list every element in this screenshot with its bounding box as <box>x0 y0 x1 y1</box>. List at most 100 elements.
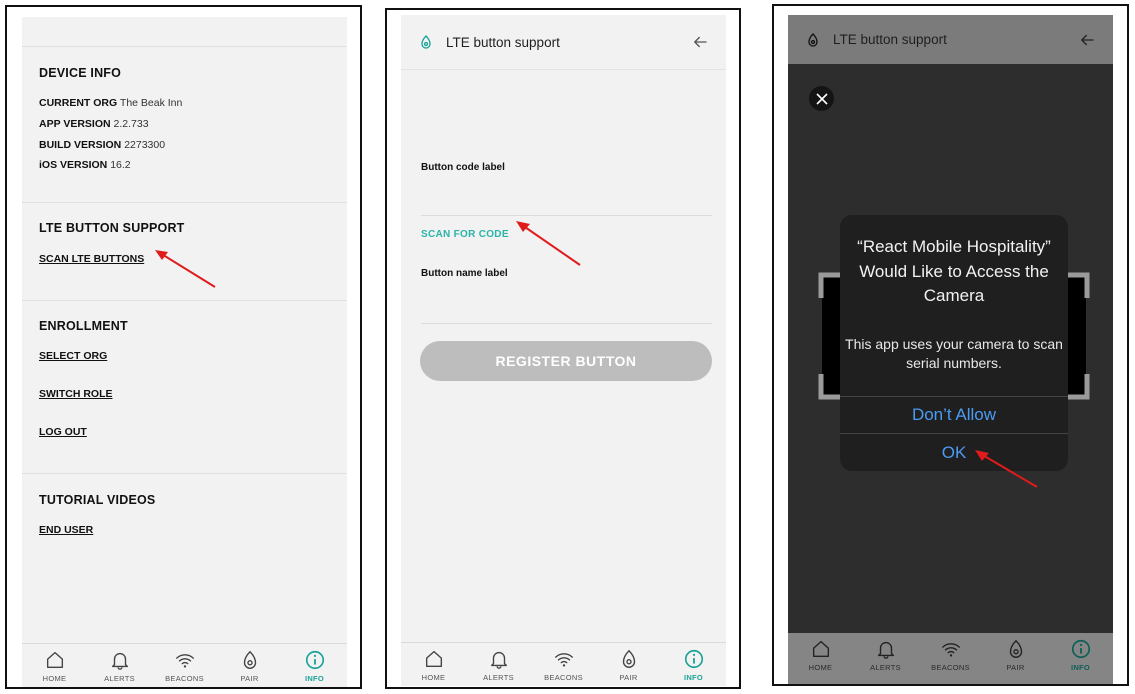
tab-label: ALERTS <box>104 674 135 683</box>
button-name-label: Button name label <box>421 268 508 279</box>
back-arrow-icon[interactable] <box>1078 31 1096 49</box>
app-version-label: APP VERSION <box>39 118 111 130</box>
home-icon <box>46 651 63 669</box>
ios-version-label: iOS VERSION <box>39 159 108 171</box>
divider <box>840 396 1068 397</box>
log-out-link[interactable]: LOG OUT <box>39 426 87 438</box>
build-version-row: BUILD VERSION 2273300 <box>39 139 165 151</box>
pair-icon <box>808 32 818 47</box>
button-code-input[interactable] <box>421 215 712 216</box>
tab-label: PAIR <box>240 674 259 683</box>
scan-for-code-link[interactable]: SCAN FOR CODE <box>421 229 509 240</box>
build-version-label: BUILD VERSION <box>39 139 122 151</box>
tab-pair[interactable]: PAIR <box>217 644 282 687</box>
tab-pair[interactable]: PAIR <box>596 643 661 686</box>
bell-icon <box>111 652 128 670</box>
tab-label: BEACONS <box>931 663 970 672</box>
tab-label: INFO <box>1070 663 1091 672</box>
ios-version-row: iOS VERSION 16.2 <box>39 159 131 171</box>
bell-icon <box>490 651 507 669</box>
tab-home[interactable]: HOME <box>22 644 87 687</box>
tab-alerts[interactable]: ALERTS <box>466 643 531 686</box>
page-title: LTE button support <box>446 34 560 50</box>
ok-button[interactable]: OK <box>840 443 1068 463</box>
header-bar: LTE button support <box>401 15 726 70</box>
tab-beacons[interactable]: BEACONS <box>918 633 983 684</box>
wifi-icon <box>554 653 573 667</box>
tab-info[interactable]: INFO <box>282 644 347 687</box>
lte-support-screen: LTE button support Button code label SCA… <box>401 15 726 686</box>
dialog-title: “React Mobile Hospitality” Would Like to… <box>857 237 1051 305</box>
home-icon <box>812 640 829 658</box>
pair-icon <box>622 649 635 668</box>
tab-label: HOME <box>421 673 446 682</box>
tab-beacons[interactable]: BEACONS <box>531 643 596 686</box>
dialog-message: This app uses your camera to scan serial… <box>845 336 1063 371</box>
close-button[interactable] <box>809 86 834 111</box>
camera-permission-panel: LTE button support “React Mobile Hospita… <box>772 4 1129 686</box>
bell-icon <box>877 641 894 659</box>
tab-beacons[interactable]: BEACONS <box>152 644 217 687</box>
info-icon <box>305 650 324 670</box>
divider <box>840 433 1068 434</box>
build-version-value: 2273300 <box>124 139 166 151</box>
tab-label: HOME <box>808 663 833 672</box>
info-icon <box>1071 639 1090 659</box>
tab-label: HOME <box>42 674 67 683</box>
end-user-link[interactable]: END USER <box>39 524 93 536</box>
register-button[interactable]: REGISTER BUTTON <box>420 341 712 381</box>
lte-support-title: LTE BUTTON SUPPORT <box>39 221 185 235</box>
close-icon <box>815 92 828 105</box>
tab-home[interactable]: HOME <box>788 633 853 684</box>
tab-label: BEACONS <box>165 674 204 683</box>
divider <box>22 202 347 203</box>
current-org-value: The Beak Inn <box>119 97 183 109</box>
app-version-value: 2.2.733 <box>113 118 149 130</box>
tab-label: INFO <box>304 674 325 683</box>
home-icon <box>425 650 442 668</box>
tab-label: PAIR <box>1006 663 1025 672</box>
lte-support-panel: LTE button support Button code label SCA… <box>385 8 741 689</box>
wifi-icon <box>941 643 960 657</box>
dont-allow-button[interactable]: Don’t Allow <box>840 405 1068 425</box>
tab-label: BEACONS <box>544 673 583 682</box>
page-title: LTE button support <box>833 32 947 47</box>
current-org-row: CURRENT ORG The Beak Inn <box>39 97 182 109</box>
select-org-link[interactable]: SELECT ORG <box>39 350 107 362</box>
tab-info[interactable]: INFO <box>661 643 726 686</box>
back-arrow-icon[interactable] <box>691 33 709 51</box>
camera-permission-dialog: “React Mobile Hospitality” Would Like to… <box>840 215 1068 471</box>
current-org-label: CURRENT ORG <box>39 97 118 109</box>
device-info-title: DEVICE INFO <box>39 66 122 80</box>
tutorial-videos-title: TUTORIAL VIDEOS <box>39 493 156 507</box>
divider <box>22 473 347 474</box>
button-name-input[interactable] <box>421 323 712 324</box>
divider <box>22 300 347 301</box>
tab-info[interactable]: INFO <box>1048 633 1113 684</box>
info-screen-panel: DEVICE INFO CURRENT ORG The Beak Inn APP… <box>5 5 362 689</box>
tab-label: PAIR <box>619 673 638 682</box>
info-icon <box>684 649 703 669</box>
button-code-label: Button code label <box>421 162 505 173</box>
tab-bar: HOME ALERTS BEACONS PAIR INFO <box>788 633 1113 684</box>
pair-icon <box>243 650 256 669</box>
tab-bar: HOME ALERTS BEACONS PAIR INFO <box>401 642 726 686</box>
info-screen: DEVICE INFO CURRENT ORG The Beak Inn APP… <box>22 17 347 687</box>
pair-icon <box>1009 639 1022 658</box>
enrollment-title: ENROLLMENT <box>39 319 128 333</box>
tab-home[interactable]: HOME <box>401 643 466 686</box>
pair-icon <box>421 35 431 49</box>
divider <box>22 46 347 47</box>
tab-label: INFO <box>683 673 704 682</box>
tab-alerts[interactable]: ALERTS <box>87 644 152 687</box>
app-version-row: APP VERSION 2.2.733 <box>39 118 149 130</box>
tab-label: ALERTS <box>870 663 901 672</box>
ios-version-value: 16.2 <box>110 159 131 171</box>
tab-pair[interactable]: PAIR <box>983 633 1048 684</box>
scan-lte-buttons-link[interactable]: SCAN LTE BUTTONS <box>39 253 144 265</box>
header-bar: LTE button support <box>788 15 1113 64</box>
tab-alerts[interactable]: ALERTS <box>853 633 918 684</box>
switch-role-link[interactable]: SWITCH ROLE <box>39 388 113 400</box>
tab-bar: HOME ALERTS BEACONS PAIR INFO <box>22 643 347 687</box>
camera-screen: LTE button support “React Mobile Hospita… <box>788 15 1113 684</box>
